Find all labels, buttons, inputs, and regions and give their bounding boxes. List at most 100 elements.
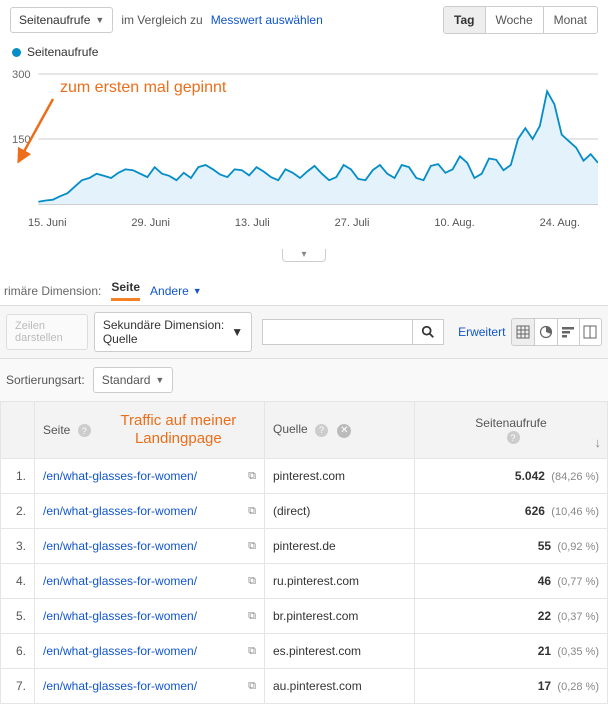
source-cell: ru.pinterest.com: [265, 564, 415, 599]
xtick: 27. Juli: [335, 217, 370, 229]
secondary-dimension-label: Sekundäre Dimension: Quelle: [103, 318, 225, 346]
compare-label: im Vergleich zu: [121, 13, 202, 27]
search-input[interactable]: [262, 319, 412, 345]
table-row[interactable]: 5. /en/what-glasses-for-women/ ⧉ br.pintere…: [1, 599, 608, 634]
xtick: 10. Aug.: [434, 217, 474, 229]
page-path-link[interactable]: /en/what-glasses-for-women/: [43, 679, 197, 693]
x-axis-labels: 15. Juni 29. Juni 13. Juli 27. Juli 10. …: [10, 214, 598, 229]
external-link-icon[interactable]: ⧉: [248, 470, 256, 483]
view-compare-button[interactable]: [579, 319, 601, 345]
table-row[interactable]: 3./en/what-glasses-for-women/⧉pinterest.…: [1, 529, 608, 564]
ytick-150: 150: [12, 134, 31, 146]
chart-expand-tab[interactable]: ▾: [282, 249, 325, 262]
col-page-label: Seite: [43, 423, 70, 437]
pie-icon: [539, 325, 553, 339]
row-index: 4.: [1, 564, 35, 599]
table-row[interactable]: 6. /en/what-glasses-for-women/ ⧉ es.pintere…: [1, 634, 608, 669]
source-cell: br.pinterest.com: [265, 599, 415, 634]
help-icon[interactable]: ?: [78, 424, 91, 437]
pageviews-cell: 5.042 (84,26 %): [415, 459, 608, 494]
bar-icon: [561, 325, 575, 339]
metric-dropdown[interactable]: Seitenaufrufe ▼: [10, 7, 113, 33]
view-mode-group: [511, 318, 602, 346]
ytick-300: 300: [12, 69, 31, 81]
row-index: 6.: [1, 634, 35, 669]
page-path-link[interactable]: /en/what-glasses-for-women/: [43, 539, 197, 553]
secondary-dimension-dropdown[interactable]: Sekundäre Dimension: Quelle ▼: [94, 312, 252, 352]
remove-dimension-icon[interactable]: ✕: [337, 424, 351, 438]
help-icon[interactable]: ?: [507, 431, 520, 444]
pageviews-cell: 55 (0,92 %): [415, 529, 608, 564]
caret-down-icon: ▼: [231, 325, 243, 339]
primary-dimension-label: rimäre Dimension:: [4, 284, 101, 298]
time-granularity-group: Tag Woche Monat: [443, 6, 598, 34]
pageviews-cell: 17 (0,28 %): [415, 669, 608, 704]
other-dimension-link[interactable]: Andere ▼: [150, 284, 202, 298]
caret-down-icon: ▼: [155, 375, 164, 385]
table-row[interactable]: 7. /en/what-glasses-for-women/ ⧉ au.pintere…: [1, 669, 608, 704]
row-index: 5.: [1, 599, 35, 634]
plot-rows-button: Zeilen darstellen: [6, 314, 88, 350]
primary-dimension-value[interactable]: Seite: [111, 280, 140, 301]
view-pie-button[interactable]: [534, 319, 556, 345]
page-path-link[interactable]: /en/what-glasses-for-women/: [43, 574, 197, 588]
pageviews-cell: 21 (0,35 %): [415, 634, 608, 669]
legend-dot-icon: [12, 48, 21, 57]
sort-label: Sortierungsart:: [6, 373, 85, 387]
page-path-link[interactable]: /en/what-glasses-for-women/: [43, 469, 197, 483]
view-bar-button[interactable]: [557, 319, 579, 345]
source-cell: pinterest.com: [265, 459, 415, 494]
select-metric-link[interactable]: Messwert auswählen: [211, 13, 323, 27]
view-table-button[interactable]: [512, 319, 534, 345]
chart-area[interactable]: 300 150 15. Juni 29. Juni 13. Juli 27. J…: [0, 64, 608, 244]
col-pageviews-label: Seitenaufrufe: [475, 416, 546, 430]
metric-dropdown-label: Seitenaufrufe: [19, 13, 90, 27]
col-source-label: Quelle: [273, 422, 308, 436]
row-index: 1.: [1, 459, 35, 494]
time-btn-week[interactable]: Woche: [485, 7, 543, 33]
time-btn-month[interactable]: Monat: [543, 7, 597, 33]
row-index: 2.: [1, 494, 35, 529]
pageviews-cell: 46 (0,77 %): [415, 564, 608, 599]
line-chart: 300 150: [10, 64, 598, 214]
xtick: 24. Aug.: [540, 217, 580, 229]
external-link-icon[interactable]: ⧉: [248, 505, 256, 518]
xtick: 29. Juni: [131, 217, 170, 229]
search-button[interactable]: [412, 319, 444, 345]
col-page-header[interactable]: Seite ? Traffic auf meiner Landingpage: [35, 402, 265, 459]
table-row[interactable]: 2./en/what-glasses-for-women/⧉(direct)62…: [1, 494, 608, 529]
row-index: 3.: [1, 529, 35, 564]
time-btn-day[interactable]: Tag: [444, 7, 484, 33]
external-link-icon[interactable]: ⧉: [248, 680, 256, 693]
page-path-link[interactable]: /en/what-glasses-for-women/: [43, 644, 197, 658]
source-cell: au.pinterest.com: [265, 669, 415, 704]
table-annotation: Traffic auf meiner Landingpage: [101, 412, 256, 448]
caret-down-icon: ▼: [95, 15, 104, 25]
external-link-icon[interactable]: ⧉: [248, 645, 256, 658]
table-row[interactable]: 1. /en/what-glasses-for-women/ ⧉ pinterest.…: [1, 459, 608, 494]
search-icon: [421, 325, 435, 339]
sort-dropdown[interactable]: Standard ▼: [93, 367, 174, 393]
sort-desc-icon: ↓: [595, 435, 602, 450]
external-link-icon[interactable]: ⧉: [248, 540, 256, 553]
help-icon[interactable]: ?: [315, 424, 328, 437]
caret-down-icon: ▼: [193, 286, 202, 296]
col-pageviews-header[interactable]: Seitenaufrufe ? ↓: [415, 402, 608, 459]
data-table: Seite ? Traffic auf meiner Landingpage Q…: [0, 401, 608, 704]
col-checkbox: [1, 402, 35, 459]
external-link-icon[interactable]: ⧉: [248, 575, 256, 588]
pageviews-cell: 626 (10,46 %): [415, 494, 608, 529]
pageviews-cell: 22 (0,37 %): [415, 599, 608, 634]
col-source-header[interactable]: Quelle ? ✕: [265, 402, 415, 459]
table-row[interactable]: 4. /en/what-glasses-for-women/ ⧉ ru.pintere…: [1, 564, 608, 599]
advanced-link[interactable]: Erweitert: [458, 325, 505, 339]
page-path-link[interactable]: /en/what-glasses-for-women/: [43, 504, 197, 518]
legend-label: Seitenaufrufe: [27, 45, 98, 59]
table-icon: [516, 325, 530, 339]
other-dimension-text: Andere: [150, 284, 189, 298]
external-link-icon[interactable]: ⧉: [248, 610, 256, 623]
row-index: 7.: [1, 669, 35, 704]
page-path-link[interactable]: /en/what-glasses-for-women/: [43, 609, 197, 623]
source-cell: es.pinterest.com: [265, 634, 415, 669]
compare-icon: [583, 325, 597, 339]
